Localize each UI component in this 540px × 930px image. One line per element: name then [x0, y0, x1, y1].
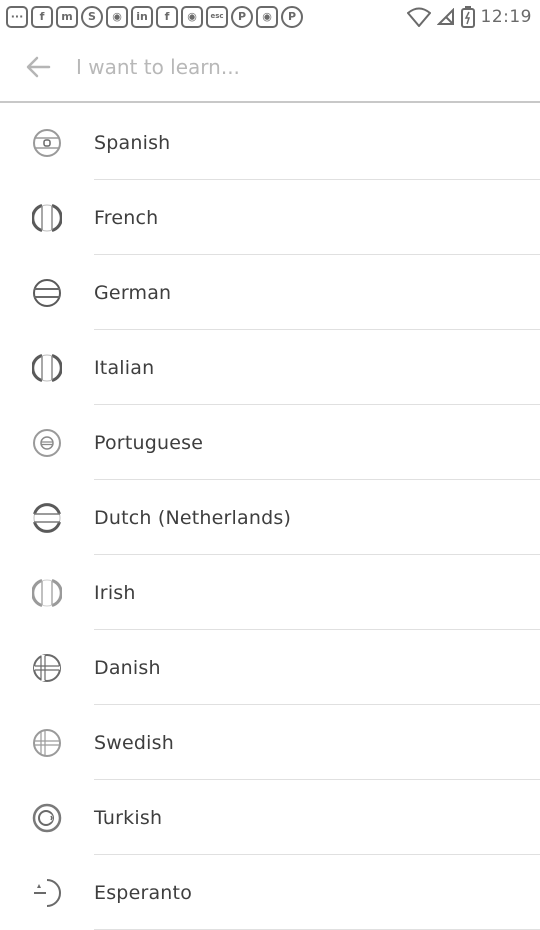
turkey-flag-icon	[32, 803, 62, 832]
battery-icon	[460, 5, 475, 28]
list-item[interactable]: Irish	[0, 555, 540, 630]
clock: 12:19	[480, 6, 532, 27]
language-name: Esperanto	[94, 881, 193, 904]
sweden-flag-icon	[33, 728, 61, 757]
pinterest-icon: P	[231, 5, 253, 28]
language-name: Irish	[94, 581, 136, 604]
language-name: Spanish	[94, 131, 171, 154]
no-signal-icon	[436, 7, 454, 25]
netherlands-flag-icon	[33, 502, 61, 533]
esperanto-flag-icon	[34, 878, 61, 907]
list-item[interactable]: Italian	[0, 330, 540, 405]
search-input[interactable]	[76, 55, 476, 79]
language-list: Spanish French German Italian Portuguese…	[0, 105, 540, 930]
esc-icon: esc	[206, 5, 228, 28]
language-name: Swedish	[94, 731, 174, 754]
list-item[interactable]: Danish	[0, 630, 540, 705]
france-flag-icon	[32, 203, 62, 232]
language-name: Portuguese	[94, 431, 204, 454]
language-name: French	[94, 206, 159, 229]
list-item[interactable]: Turkish	[0, 780, 540, 855]
list-item[interactable]: Swedish	[0, 705, 540, 780]
game-icon: ◉	[256, 5, 278, 28]
list-item[interactable]: Dutch (Netherlands)	[0, 480, 540, 555]
chat-bubble-icon: ···	[6, 5, 28, 28]
back-button[interactable]	[8, 37, 68, 97]
language-name: Dutch (Netherlands)	[94, 506, 292, 529]
italy-flag-icon	[32, 353, 62, 382]
status-bar: ··· f m S ◉ in f ◉ esc P ◉ P 12:19	[0, 0, 540, 33]
denmark-flag-icon	[33, 653, 61, 682]
notification-icons: ··· f m S ◉ in f ◉ esc P ◉ P	[6, 5, 303, 28]
list-item[interactable]: French	[0, 180, 540, 255]
messenger-icon: m	[56, 5, 78, 28]
linkedin-icon: in	[131, 5, 153, 28]
language-name: German	[94, 281, 172, 304]
list-item[interactable]: German	[0, 255, 540, 330]
spain-flag-icon	[33, 128, 61, 157]
list-item[interactable]: Spanish	[0, 105, 540, 180]
language-name: Danish	[94, 656, 161, 679]
language-name: Italian	[94, 356, 155, 379]
facebook-icon: f	[156, 5, 178, 28]
arrow-left-icon	[26, 56, 51, 78]
pinterest-icon: P	[281, 5, 303, 28]
list-item[interactable]: Portuguese	[0, 405, 540, 480]
portugal-flag-icon	[33, 428, 61, 457]
game-icon: ◉	[106, 5, 128, 28]
system-icons: 12:19	[406, 5, 533, 28]
facebook-icon: f	[31, 5, 53, 28]
wifi-icon	[406, 7, 431, 27]
app-bar	[0, 33, 540, 103]
language-name: Turkish	[94, 806, 163, 829]
game-icon: ◉	[181, 5, 203, 28]
germany-flag-icon	[33, 278, 61, 307]
ireland-flag-icon	[32, 578, 62, 607]
list-item[interactable]: Esperanto	[0, 855, 540, 930]
skype-icon: S	[81, 5, 103, 28]
